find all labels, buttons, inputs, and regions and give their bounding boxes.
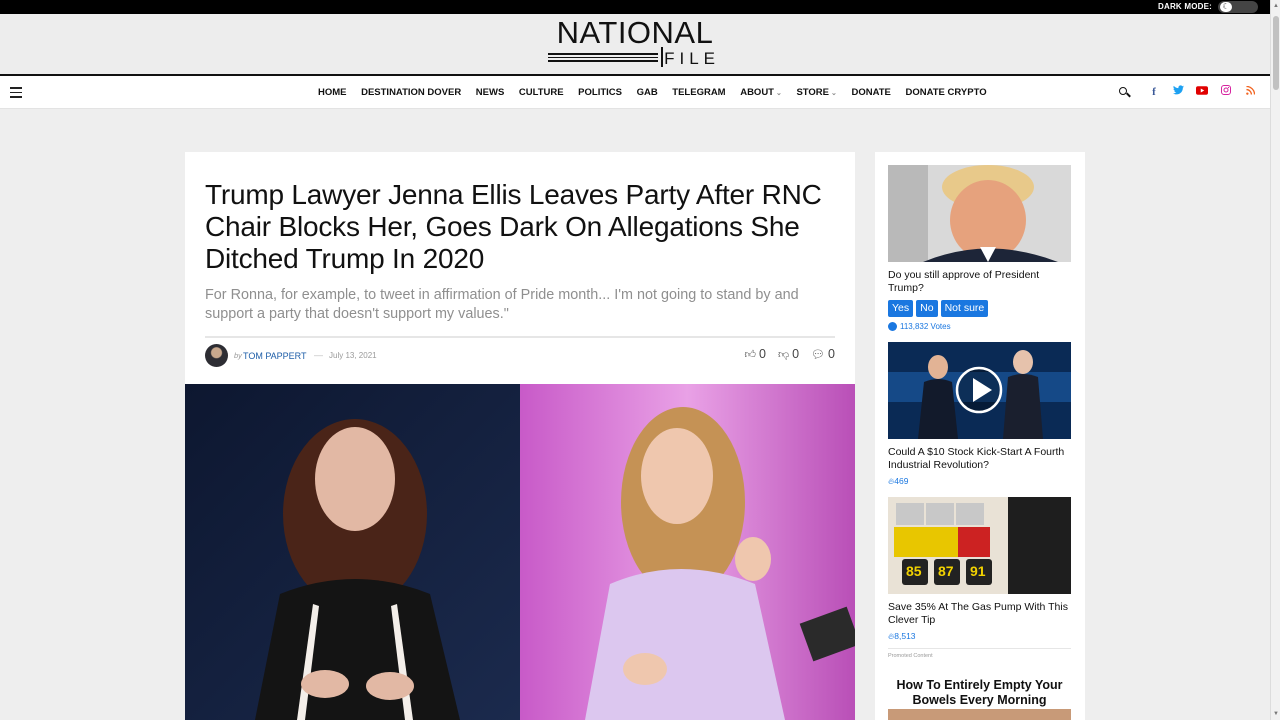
check-icon <box>888 322 897 331</box>
article-divider <box>205 336 835 338</box>
facebook-icon[interactable]: f <box>1148 85 1160 99</box>
author-avatar[interactable] <box>205 344 228 367</box>
dark-mode-label: DARK MODE: <box>1158 2 1212 11</box>
poll-options: Yes No Not sure <box>888 300 1071 317</box>
thumbs-up-icon: 👍︎ <box>744 348 757 361</box>
sidebar-headline[interactable]: How To Entirely Empty Your Bowels Every … <box>888 678 1071 708</box>
hamburger-menu-icon[interactable] <box>10 87 22 98</box>
nav-item-gab[interactable]: GAB <box>637 87 658 98</box>
sidebar-headline-image[interactable] <box>888 709 1071 720</box>
poll-not-sure-button[interactable]: Not sure <box>940 300 989 317</box>
promo-title-2: Save 35% At The Gas Pump With This Cleve… <box>888 601 1068 626</box>
like-count: 0 <box>759 347 766 361</box>
scroll-up-icon[interactable]: ▲ <box>1272 2 1280 10</box>
nav-item-donate-crypto[interactable]: DONATE CRYPTO <box>905 87 986 98</box>
article-date: July 13, 2021 <box>329 351 377 360</box>
article-card: Trump Lawyer Jenna Ellis Leaves Party Af… <box>185 152 855 720</box>
twitter-icon[interactable] <box>1172 85 1184 99</box>
sidebar: Do you still approve of President Trump?… <box>875 152 1085 720</box>
article-title: Trump Lawyer Jenna Ellis Leaves Party Af… <box>205 179 822 274</box>
promoted-content-label: Promoted Content <box>888 653 933 659</box>
top-bar: DARK MODE: ☾ <box>0 0 1270 14</box>
chevron-down-icon: ⌄ <box>775 90 782 97</box>
article-hero-image[interactable] <box>185 384 855 720</box>
logo-text-national: NATIONAL <box>556 15 714 50</box>
nav-item-home[interactable]: HOME <box>318 87 347 98</box>
logo-lines <box>548 53 658 65</box>
pump-91: 91 <box>970 563 986 579</box>
nav-menu: HOME DESTINATION DOVER NEWS CULTURE POLI… <box>318 76 1001 109</box>
promo-count-1: 🔥︎469 <box>888 476 1071 487</box>
poll-no-button[interactable]: No <box>916 300 938 317</box>
poll-votes: 113,832 Votes <box>888 322 1071 331</box>
dislike-button[interactable]: 👎︎ 0 <box>778 347 799 361</box>
comments-link[interactable]: 💬︎ 0 <box>811 347 835 361</box>
nav-item-store-label: STORE <box>796 87 830 98</box>
promoted-divider <box>888 648 1071 649</box>
nav-icons: f <box>1118 85 1256 99</box>
nav-item-store[interactable]: STORE ⌄ <box>796 87 836 98</box>
meta-separator: — <box>314 350 323 360</box>
like-button[interactable]: 👍︎ 0 <box>745 347 766 361</box>
poll-widget: Do you still approve of President Trump?… <box>888 165 1071 331</box>
article-stats: 👍︎ 0 👎︎ 0 💬︎ 0 <box>733 347 836 361</box>
rss-icon[interactable] <box>1244 85 1256 99</box>
logo-tick <box>661 47 663 67</box>
nav-item-about[interactable]: ABOUT ⌄ <box>740 87 782 98</box>
promo-widget-1[interactable]: Could A $10 Stock Kick-Start A Fourth In… <box>888 342 1071 487</box>
search-icon[interactable] <box>1118 86 1131 99</box>
scroll-thumb[interactable] <box>1273 16 1279 90</box>
instagram-icon[interactable] <box>1220 85 1232 99</box>
site-logo[interactable]: NATIONAL FILE <box>548 17 722 73</box>
comment-icon: 💬︎ <box>811 348 826 361</box>
nav-item-telegram[interactable]: TELEGRAM <box>672 87 725 98</box>
promo-count-2: 🔥︎8,513 <box>888 631 1071 642</box>
author-link[interactable]: TOM PAPPERT <box>243 351 307 361</box>
dislike-count: 0 <box>792 347 800 361</box>
poll-yes-button[interactable]: Yes <box>888 300 914 317</box>
comment-count: 0 <box>828 347 835 361</box>
poll-image[interactable] <box>888 165 1071 262</box>
promo-count-1-value: 469 <box>894 476 909 486</box>
promo-image-2[interactable]: 85 87 91 <box>888 497 1071 594</box>
by-label: by <box>234 351 242 360</box>
pump-85: 85 <box>906 563 922 579</box>
nav-item-about-label: ABOUT <box>740 87 774 98</box>
nav-item-culture[interactable]: CULTURE <box>519 87 564 98</box>
nav-item-donate[interactable]: DONATE <box>851 87 890 98</box>
article-subtitle: For Ronna, for example, to tweet in affi… <box>205 287 799 322</box>
promo-title-1: Could A $10 Stock Kick-Start A Fourth In… <box>888 446 1065 471</box>
thumbs-down-icon: 👎︎ <box>777 348 790 361</box>
site-header: NATIONAL FILE <box>0 14 1270 76</box>
scrollbar[interactable]: ▲ ▼ <box>1270 0 1280 720</box>
dark-mode-toggle[interactable]: ☾ <box>1218 1 1258 13</box>
promo-widget-2[interactable]: 85 87 91 Save 35% At The Gas Pump With T… <box>888 497 1071 642</box>
logo-text-file: FILE <box>664 49 720 68</box>
article-meta: by TOM PAPPERT — July 13, 2021 👍︎ 0 👎︎ 0 💬… <box>205 344 835 368</box>
promo-count-2-value: 8,513 <box>894 631 916 641</box>
chevron-down-icon: ⌄ <box>831 90 837 97</box>
moon-icon: ☾ <box>1220 2 1232 12</box>
nav-item-destination-dover[interactable]: DESTINATION DOVER <box>361 87 461 98</box>
scroll-down-icon[interactable]: ▼ <box>1272 710 1280 718</box>
promo-image-1[interactable] <box>888 342 1071 439</box>
nav-item-politics[interactable]: POLITICS <box>578 87 622 98</box>
poll-question: Do you still approve of President Trump? <box>888 269 1040 294</box>
main-nav: HOME DESTINATION DOVER NEWS CULTURE POLI… <box>0 76 1270 109</box>
pump-87: 87 <box>938 563 954 579</box>
nav-item-news[interactable]: NEWS <box>476 87 505 98</box>
poll-votes-count: 113,832 Votes <box>900 322 951 331</box>
youtube-icon[interactable] <box>1196 85 1208 99</box>
